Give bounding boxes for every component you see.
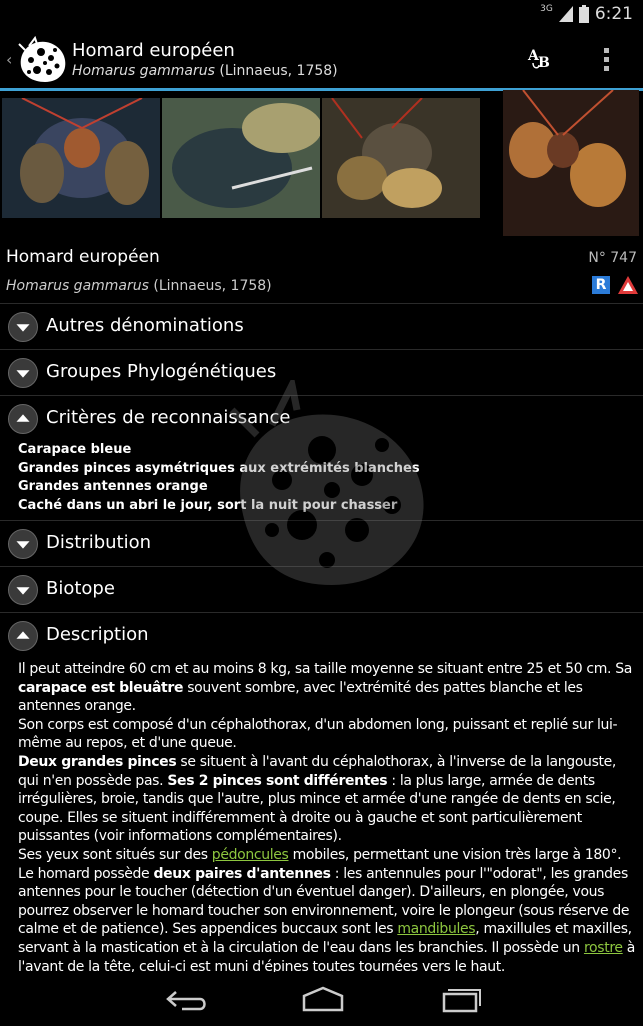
description-paragraph: Ses yeux sont situés sur des pédoncules … <box>18 846 622 863</box>
regulation-badge[interactable]: R <box>592 276 610 294</box>
clock: 6:21 <box>594 4 633 24</box>
action-bar-title: Homard européen <box>72 40 235 61</box>
status-bar: 3G 6:21 <box>0 0 643 32</box>
species-name: Homard européen <box>6 247 160 267</box>
action-bar-subtitle: Homarus gammarus (Linnaeus, 1758) <box>72 63 338 79</box>
watermark-logo-icon <box>229 380 424 585</box>
subtitle-latin: Homarus gammarus <box>72 63 215 79</box>
recents-icon[interactable] <box>436 984 486 1014</box>
back-icon[interactable] <box>162 984 212 1014</box>
status-icons: 3G 6:21 <box>540 4 633 24</box>
text-size-icon[interactable]: A B <box>527 47 555 71</box>
collapse-icon[interactable] <box>8 621 38 651</box>
photo-thumbnail[interactable] <box>503 90 639 236</box>
expand-icon[interactable] <box>8 529 38 559</box>
species-scientific-name: Homarus gammarus (Linnaeus, 1758) <box>6 278 272 294</box>
section-title: Distribution <box>46 532 152 553</box>
photo-gallery[interactable] <box>0 90 643 240</box>
species-author: (Linnaeus, 1758) <box>148 278 272 294</box>
svg-text:B: B <box>538 55 550 71</box>
navigation-bar <box>0 972 643 1026</box>
glossary-link[interactable]: pédoncules <box>212 847 289 863</box>
photo-thumbnail[interactable] <box>2 98 160 218</box>
section-other-names[interactable]: Autres dénominations <box>0 303 643 349</box>
section-description[interactable]: Description <box>0 612 643 658</box>
expand-icon[interactable] <box>8 312 38 342</box>
section-header[interactable]: Description <box>0 613 643 658</box>
species-latin: Homarus gammarus <box>6 278 149 294</box>
section-title: Groupes Phylogénétiques <box>46 361 277 382</box>
description-paragraph: Le homard possède deux paires d'antennes… <box>18 865 636 975</box>
glossary-link[interactable]: mandibules <box>397 921 475 937</box>
description-paragraph: Deux grandes pinces se situent à l'avant… <box>18 753 617 845</box>
subtitle-author: (Linnaeus, 1758) <box>214 63 338 79</box>
description-text: Il peut atteindre 60 cm et au moins 8 kg… <box>18 660 640 976</box>
description-paragraph: Son corps est composé d'un céphalothorax… <box>18 716 618 752</box>
network-type: 3G <box>540 4 553 14</box>
up-caret-icon[interactable]: ‹ <box>6 50 12 69</box>
section-title: Autres dénominations <box>46 315 244 336</box>
section-title: Biotope <box>46 578 115 599</box>
section-title: Description <box>46 624 149 645</box>
glossary-link[interactable]: rostre <box>584 940 623 956</box>
signal-icon <box>558 6 573 22</box>
species-header: Homard européen Homarus gammarus (Linnae… <box>0 244 643 300</box>
action-bar: ‹ Homard européen Homarus gammarus (Linn… <box>0 32 643 91</box>
section-header[interactable]: Autres dénominations <box>0 304 643 349</box>
battery-icon <box>578 5 589 23</box>
warning-icon[interactable] <box>617 275 639 295</box>
photo-thumbnail[interactable] <box>162 98 320 218</box>
photo-thumbnail[interactable] <box>322 98 480 218</box>
species-number: N° 747 <box>588 250 637 266</box>
overflow-menu-icon[interactable] <box>604 48 610 72</box>
description-paragraph: Il peut atteindre 60 cm et au moins 8 kg… <box>18 661 632 715</box>
home-icon[interactable] <box>298 984 348 1014</box>
app-logo-icon[interactable] <box>15 36 69 84</box>
collapse-icon[interactable] <box>8 404 38 434</box>
expand-icon[interactable] <box>8 575 38 605</box>
expand-icon[interactable] <box>8 358 38 388</box>
